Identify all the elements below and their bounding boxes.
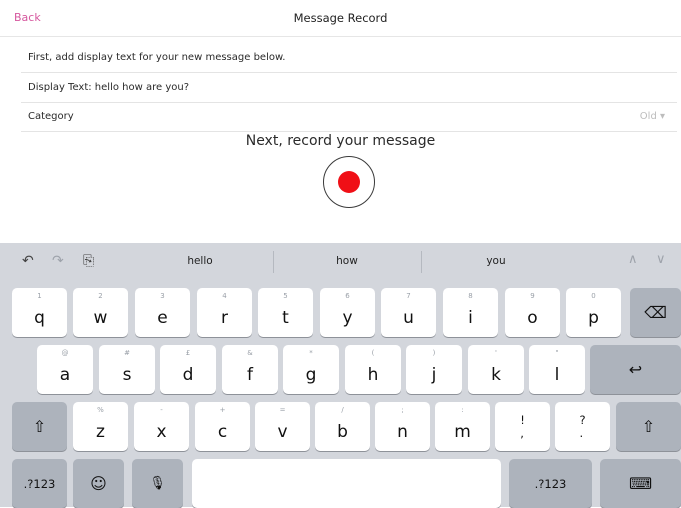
keyboard-icon: ⌨ bbox=[628, 474, 653, 493]
key-b[interactable]: / b bbox=[315, 402, 370, 451]
shift-key-left[interactable]: ⇧ bbox=[12, 402, 67, 451]
key-u[interactable]: 7u bbox=[381, 288, 436, 337]
key-f[interactable]: & f bbox=[222, 345, 278, 394]
hide-keyboard-key[interactable]: ⌨ bbox=[600, 459, 681, 508]
return-icon: ↩ bbox=[628, 360, 643, 379]
key-exclamation-comma[interactable]: ! , bbox=[495, 402, 550, 451]
shift-icon: ⇧ bbox=[641, 417, 656, 436]
display-text-value[interactable]: Display Text: hello how are you? bbox=[28, 82, 189, 93]
suggestion-item[interactable]: hello bbox=[150, 255, 250, 267]
suggestion-item[interactable]: how bbox=[297, 255, 397, 267]
dictation-key[interactable]: 🎙 bbox=[132, 459, 183, 508]
key-c[interactable]: + c bbox=[195, 402, 250, 451]
category-label: Category bbox=[28, 111, 74, 122]
key-m[interactable]: :m bbox=[435, 402, 490, 451]
suggestion-divider bbox=[273, 251, 274, 273]
key-x[interactable]: -x bbox=[134, 402, 189, 451]
chevron-up-icon[interactable]: ∧ bbox=[628, 252, 638, 267]
key-w[interactable]: 2w bbox=[73, 288, 128, 337]
navigation-bar: Back Message Record bbox=[0, 0, 681, 37]
key-question-period[interactable]: ? . bbox=[555, 402, 610, 451]
key-h[interactable]: (h bbox=[345, 345, 401, 394]
key-i[interactable]: 8i bbox=[443, 288, 498, 337]
shift-key-right[interactable]: ⇧ bbox=[616, 402, 681, 451]
key-q[interactable]: 1q bbox=[12, 288, 67, 337]
key-r[interactable]: 4r bbox=[197, 288, 252, 337]
record-heading: Next, record your message bbox=[245, 133, 436, 149]
key-e[interactable]: 3e bbox=[135, 288, 190, 337]
numbers-key-left[interactable]: .?123 bbox=[12, 459, 67, 508]
display-text-field[interactable]: Display Text: hello how are you? bbox=[21, 74, 677, 103]
undo-icon[interactable]: ↶ bbox=[22, 253, 34, 269]
key-j[interactable]: ) j bbox=[406, 345, 462, 394]
paste-icon[interactable]: ⎘ bbox=[83, 253, 94, 269]
suggestion-divider bbox=[421, 251, 422, 273]
key-g[interactable]: * g bbox=[283, 345, 339, 394]
shift-icon: ⇧ bbox=[32, 417, 47, 436]
suggestion-bar: ↶ ↷ ⎘ hello how you ∧ ∨ bbox=[0, 243, 681, 281]
key-s[interactable]: # s bbox=[99, 345, 155, 394]
key-y[interactable]: 6y bbox=[320, 288, 375, 337]
instruction-text: First, add display text for your new mes… bbox=[28, 52, 286, 63]
key-t[interactable]: 5t bbox=[258, 288, 313, 337]
space-bar[interactable] bbox=[192, 459, 501, 508]
record-button[interactable] bbox=[323, 156, 375, 208]
record-dot-icon bbox=[338, 171, 360, 193]
key-l[interactable]: " l bbox=[529, 345, 585, 394]
instruction-row: First, add display text for your new mes… bbox=[21, 44, 677, 73]
backspace-key[interactable]: ⌫ bbox=[630, 288, 681, 337]
on-screen-keyboard: ↶ ↷ ⎘ hello how you ∧ ∨ 1q 2w 3e 4r 5t 6… bbox=[0, 243, 681, 508]
category-select[interactable]: Old ▾ bbox=[640, 111, 665, 122]
chevron-down-icon[interactable]: ∨ bbox=[656, 252, 666, 267]
emoji-key[interactable]: ☺ bbox=[73, 459, 124, 508]
key-n[interactable]: ; n bbox=[375, 402, 430, 451]
key-k[interactable]: ' k bbox=[468, 345, 524, 394]
microphone-icon: 🎙 bbox=[149, 476, 166, 491]
return-key[interactable]: ↩ bbox=[590, 345, 681, 394]
key-z[interactable]: % z bbox=[73, 402, 128, 451]
key-a[interactable]: @ a bbox=[37, 345, 93, 394]
page-title: Message Record bbox=[293, 11, 388, 25]
backspace-icon: ⌫ bbox=[644, 303, 667, 322]
emoji-icon: ☺ bbox=[90, 474, 107, 493]
category-row[interactable]: Category Old ▾ bbox=[21, 103, 677, 132]
key-p[interactable]: 0p bbox=[566, 288, 621, 337]
key-v[interactable]: = v bbox=[255, 402, 310, 451]
key-o[interactable]: 9o bbox=[505, 288, 560, 337]
redo-icon[interactable]: ↷ bbox=[52, 253, 64, 269]
suggestion-item[interactable]: you bbox=[446, 255, 546, 267]
numbers-key-right[interactable]: .?123 bbox=[509, 459, 592, 508]
key-d[interactable]: £ d bbox=[160, 345, 216, 394]
